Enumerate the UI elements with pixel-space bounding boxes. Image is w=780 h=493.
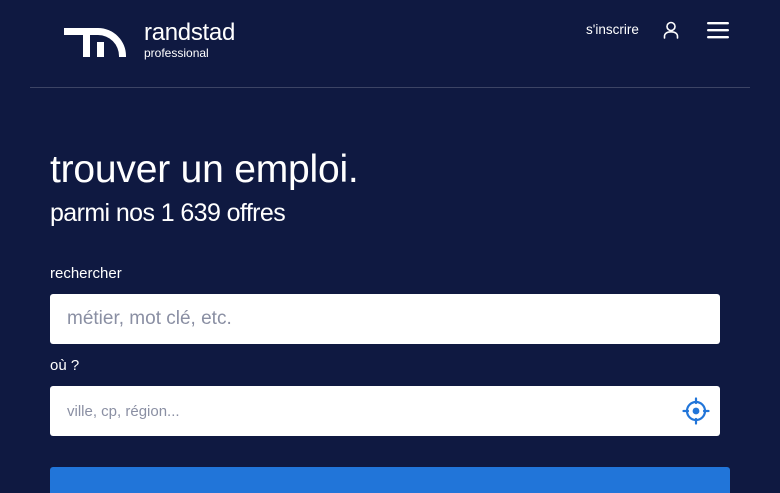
crosshair-locate-icon[interactable] [682, 397, 710, 425]
search-submit-button[interactable]: Rechercher [50, 467, 730, 493]
logo-wordmark: randstad [144, 19, 235, 46]
hero-title: trouver un emploi. [50, 148, 359, 191]
site-header: randstad professional s'inscrire [30, 0, 750, 88]
location-field-container [50, 386, 720, 436]
keyword-search-input[interactable] [50, 294, 720, 344]
randstad-logo-link[interactable]: randstad professional [64, 19, 254, 63]
hero-subtitle: parmi nos 1 639 offres [50, 199, 286, 227]
logo-subtitle: professional [144, 46, 209, 60]
location-input[interactable] [50, 386, 720, 436]
hamburger-menu-icon[interactable] [706, 19, 730, 41]
signup-link[interactable]: s'inscrire [586, 21, 639, 38]
randstad-logo-icon [64, 28, 126, 57]
keyword-field-container [50, 294, 720, 344]
location-label: où ? [50, 357, 80, 374]
page: randstad professional s'inscrire trouver… [0, 0, 780, 493]
user-icon[interactable] [662, 21, 680, 39]
keyword-label: rechercher [50, 265, 122, 282]
